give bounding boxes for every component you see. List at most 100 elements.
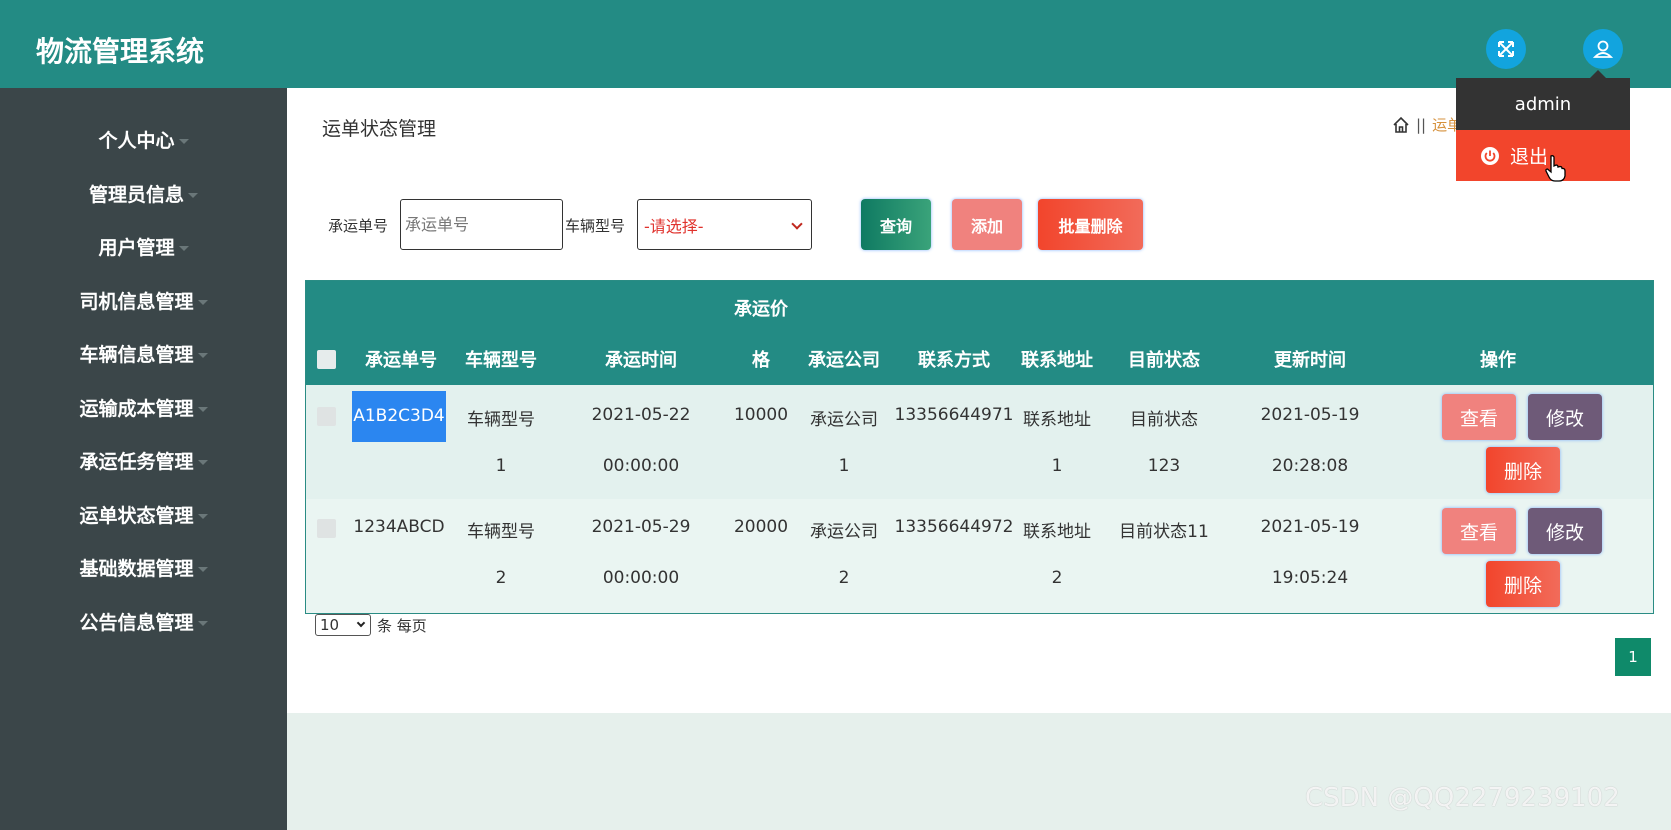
caret-down-icon [197, 566, 208, 572]
batch-delete-button[interactable]: 批量删除 [1038, 199, 1143, 250]
cell-vehicle-type-line2: 2 [495, 568, 507, 588]
cell-address: 联系地址 [1023, 410, 1091, 430]
vehicle-type-label: 车辆型号 [565, 217, 626, 235]
user-dropdown-menu: admin 退出 [1456, 70, 1630, 182]
cell-ship-clock: 00:00:00 [602, 456, 680, 476]
page-title: 运单状态管理 [322, 118, 437, 140]
sidebar-item-base-data[interactable]: 基础数据管理 [0, 547, 287, 587]
sidebar-item-label: 个人中心 [98, 129, 175, 152]
fullscreen-button[interactable] [1486, 29, 1526, 69]
sidebar-item-user-management[interactable]: 用户管理 [0, 226, 287, 266]
cell-contact: 13356644971 [894, 405, 1014, 425]
waybill-table: 承运单号 车辆型号 承运时间 承运价 格 承运公司 联系方式 联系地址 目前状态… [305, 280, 1654, 614]
pagination: 10 条 每页 [315, 614, 427, 636]
col-status: 目前状态 [1128, 350, 1200, 371]
hand-cursor-icon [1545, 155, 1566, 182]
cell-address-line2: 2 [1051, 568, 1063, 588]
row-checkbox[interactable] [317, 407, 336, 426]
caret-down-icon [197, 513, 208, 519]
sidebar-item-vehicle-management[interactable]: 车辆信息管理 [0, 333, 287, 373]
sidebar-item-label: 基础数据管理 [79, 557, 194, 580]
edit-button[interactable]: 修改 [1528, 508, 1602, 554]
view-button[interactable]: 查看 [1442, 508, 1516, 554]
cell-company: 承运公司 [810, 522, 878, 542]
cell-price: 20000 [733, 517, 789, 537]
sidebar-item-waybill-status[interactable]: 运单状态管理 [0, 494, 287, 534]
vehicle-type-select[interactable]: -请选择- [637, 199, 812, 250]
cell-contact: 13356644972 [894, 517, 1014, 537]
breadcrumb-separator: || [1416, 115, 1427, 134]
delete-button[interactable]: 删除 [1486, 561, 1560, 607]
col-price-line1: 承运价 [734, 299, 788, 320]
cell-update-clock: 19:05:24 [1271, 568, 1349, 588]
caret-down-icon [178, 138, 189, 144]
query-button[interactable]: 查询 [861, 199, 931, 250]
caret-down-icon [178, 245, 189, 251]
col-order-no: 承运单号 [365, 350, 437, 371]
watermark: CSDN @QQ2279239102 [1305, 783, 1620, 813]
dropdown-username: admin [1456, 78, 1630, 130]
cell-status: 目前状态 [1130, 410, 1198, 430]
sidebar-item-transport-cost[interactable]: 运输成本管理 [0, 387, 287, 427]
app-title: 物流管理系统 [36, 35, 205, 68]
col-price-line2: 格 [752, 350, 770, 371]
logout-menu-item[interactable]: 退出 [1456, 130, 1630, 182]
order-no-input[interactable] [400, 199, 563, 250]
vehicle-type-selected: -请选择- [644, 216, 704, 236]
dropdown-arrow [1590, 70, 1606, 78]
power-icon [1481, 146, 1499, 165]
cell-company-line2: 1 [838, 456, 850, 476]
caret-down-icon [197, 352, 208, 358]
col-contact: 联系方式 [918, 350, 990, 371]
sidebar-item-label: 司机信息管理 [79, 290, 194, 313]
caret-down-icon [197, 406, 208, 412]
sidebar-item-label: 用户管理 [98, 236, 175, 259]
chevron-down-icon [791, 218, 803, 230]
cell-vehicle-type: 车辆型号 [467, 522, 535, 542]
delete-button[interactable]: 删除 [1486, 447, 1560, 493]
cell-update-date: 2021-05-19 [1260, 405, 1360, 425]
col-company: 承运公司 [808, 350, 880, 371]
sidebar-item-announcements[interactable]: 公告信息管理 [0, 601, 287, 641]
col-actions: 操作 [1480, 350, 1516, 371]
cell-price: 10000 [733, 405, 789, 425]
sidebar-item-label: 车辆信息管理 [79, 343, 194, 366]
page-size-suffix: 条 每页 [377, 616, 427, 635]
cell-order-no: A1B2C3D4 [352, 391, 446, 442]
logout-label: 退出 [1510, 146, 1549, 168]
select-all-checkbox[interactable] [317, 350, 336, 369]
cell-address-line2: 1 [1051, 456, 1063, 476]
sidebar-item-personal-center[interactable]: 个人中心 [0, 119, 287, 159]
add-button[interactable]: 添加 [952, 199, 1022, 250]
sidebar-item-label: 运输成本管理 [79, 397, 194, 420]
sidebar-item-shipping-task[interactable]: 承运任务管理 [0, 440, 287, 480]
cell-address: 联系地址 [1023, 522, 1091, 542]
sidebar-item-admin-info[interactable]: 管理员信息 [0, 173, 287, 213]
cell-vehicle-type: 车辆型号 [467, 410, 535, 430]
page-size-value: 10 [320, 616, 340, 634]
home-icon[interactable] [1392, 116, 1410, 134]
sidebar-item-driver-management[interactable]: 司机信息管理 [0, 280, 287, 320]
cell-ship-date: 2021-05-29 [591, 517, 691, 537]
cell-company-line2: 2 [838, 568, 850, 588]
breadcrumb: || 运单 [1392, 114, 1462, 135]
row-checkbox[interactable] [317, 519, 336, 538]
user-icon [1593, 40, 1613, 58]
user-menu-button[interactable] [1583, 29, 1623, 69]
view-button[interactable]: 查看 [1442, 394, 1516, 440]
caret-down-icon [197, 620, 208, 626]
table-header: 承运单号 车辆型号 承运时间 承运价 格 承运公司 联系方式 联系地址 目前状态… [306, 281, 1653, 385]
caret-down-icon [197, 299, 208, 305]
table-row: A1B2C3D4 车辆型号 1 2021-05-22 00:00:00 1000… [306, 385, 1653, 499]
col-update-time: 更新时间 [1274, 350, 1346, 371]
cell-vehicle-type-line2: 1 [495, 456, 507, 476]
caret-down-icon [188, 192, 198, 198]
table-row: 1234ABCD 车辆型号 2 2021-05-29 00:00:00 2000… [306, 499, 1653, 613]
cell-ship-date: 2021-05-22 [591, 405, 691, 425]
col-ship-time: 承运时间 [605, 350, 677, 371]
page-size-select[interactable]: 10 [315, 614, 371, 636]
page-number-button[interactable]: 1 [1615, 638, 1651, 676]
cell-status: 目前状态11 [1119, 522, 1209, 542]
edit-button[interactable]: 修改 [1528, 394, 1602, 440]
col-address: 联系地址 [1021, 350, 1093, 371]
